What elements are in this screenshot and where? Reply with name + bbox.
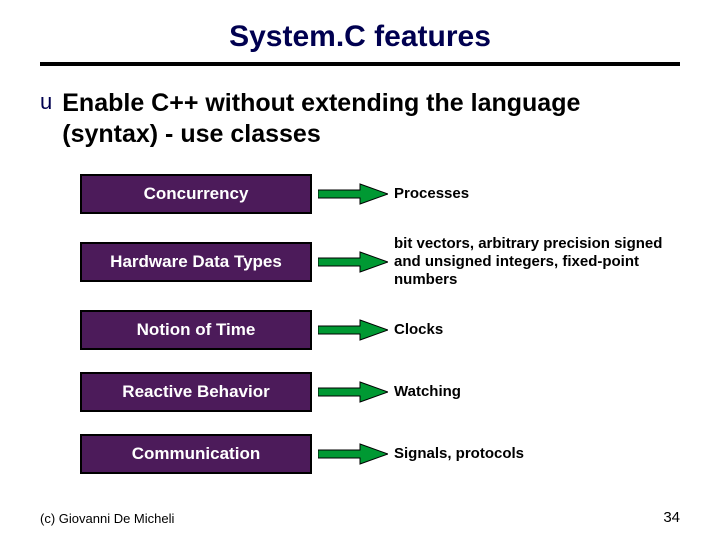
- feature-rows: Concurrency Processes Hardware Data Type…: [40, 173, 680, 475]
- feature-box: Concurrency: [80, 174, 312, 214]
- arrow-icon: [312, 380, 394, 404]
- feature-row: Reactive Behavior Watching: [40, 371, 680, 413]
- page-title: System.C features: [40, 20, 680, 54]
- feature-row: Hardware Data Types bit vectors, arbitra…: [40, 235, 680, 289]
- slide: System.C features u Enable C++ without e…: [0, 0, 720, 540]
- feature-row: Notion of Time Clocks: [40, 309, 680, 351]
- feature-desc: Signals, protocols: [394, 445, 680, 463]
- feature-desc: Watching: [394, 383, 680, 401]
- title-underline: [40, 62, 680, 66]
- feature-row: Concurrency Processes: [40, 173, 680, 215]
- feature-desc: Processes: [394, 185, 680, 203]
- arrow-icon: [312, 182, 394, 206]
- subtitle-text: Enable C++ without extending the languag…: [62, 88, 680, 151]
- footer-copyright: (c) Giovanni De Micheli: [40, 511, 174, 526]
- bullet-marker: u: [40, 90, 52, 114]
- arrow-icon: [312, 318, 394, 342]
- feature-desc: bit vectors, arbitrary precision signed …: [394, 235, 680, 289]
- feature-box: Communication: [80, 434, 312, 474]
- feature-box: Reactive Behavior: [80, 372, 312, 412]
- feature-box: Hardware Data Types: [80, 242, 312, 282]
- feature-desc: Clocks: [394, 321, 680, 339]
- arrow-icon: [312, 442, 394, 466]
- subtitle-row: u Enable C++ without extending the langu…: [40, 88, 680, 151]
- feature-box: Notion of Time: [80, 310, 312, 350]
- feature-row: Communication Signals, protocols: [40, 433, 680, 475]
- page-number: 34: [663, 509, 680, 526]
- arrow-icon: [312, 250, 394, 274]
